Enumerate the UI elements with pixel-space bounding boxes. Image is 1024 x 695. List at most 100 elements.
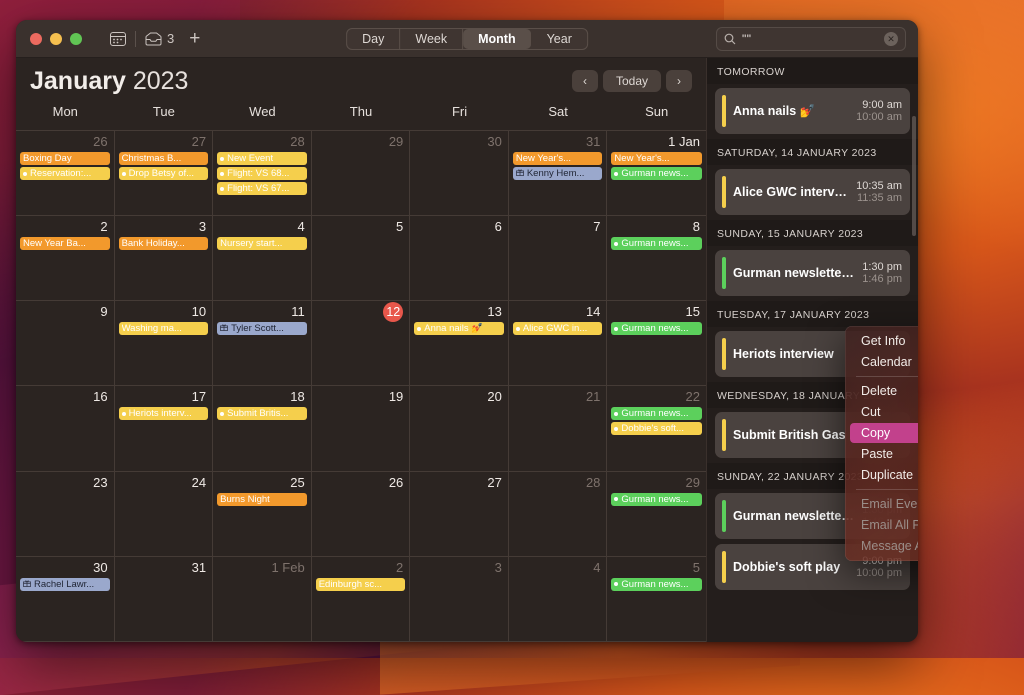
calendar-day-cell[interactable]: 23 <box>16 472 115 557</box>
calendar-day-cell[interactable]: 10Washing ma... <box>115 301 214 386</box>
minimize-button[interactable] <box>50 33 62 45</box>
calendar-event-chip[interactable]: Anna nails 💅 <box>414 322 504 335</box>
calendar-day-cell[interactable]: 9 <box>16 301 115 386</box>
calendar-day-cell[interactable]: 21 <box>509 386 608 471</box>
calendar-day-cell[interactable]: 28 <box>509 472 608 557</box>
view-tab-year[interactable]: Year <box>532 29 587 49</box>
calendar-day-cell[interactable]: 31 <box>115 557 214 642</box>
close-button[interactable] <box>30 33 42 45</box>
calendar-event-chip[interactable]: Edinburgh sc... <box>316 578 406 591</box>
calendar-event-chip[interactable]: Gurman news... <box>611 167 702 180</box>
calendar-day-cell[interactable]: 18Submit Britis... <box>213 386 312 471</box>
calendar-day-cell[interactable]: 14Alice GWC in... <box>509 301 608 386</box>
calendar-sidebar-icon[interactable] <box>110 32 126 46</box>
calendar-day-cell[interactable]: 2Edinburgh sc... <box>312 557 411 642</box>
calendar-day-cell[interactable]: 29 <box>312 131 411 216</box>
calendar-day-cell[interactable]: 4Nursery start... <box>213 216 312 301</box>
calendar-event-chip[interactable]: New Year's... <box>513 152 603 165</box>
menu-item-copy[interactable]: Copy <box>850 423 918 443</box>
add-event-button[interactable]: + <box>189 29 200 48</box>
weekday-label-sun: Sun <box>607 104 706 130</box>
calendar-event-chip[interactable]: New Event <box>217 152 307 165</box>
calendar-event-chip[interactable]: Flight: VS 67... <box>217 182 307 195</box>
sidebar-event-item[interactable]: Anna nails 💅9:00 am10:00 am <box>715 88 910 134</box>
calendar-day-cell[interactable]: 30 <box>410 131 509 216</box>
calendar-day-cell[interactable]: 8Gurman news... <box>607 216 706 301</box>
calendar-day-cell[interactable]: 1 Feb <box>213 557 312 642</box>
calendar-event-chip[interactable]: New Year Ba... <box>20 237 110 250</box>
calendar-event-chip[interactable]: Flight: VS 68... <box>217 167 307 180</box>
search-input[interactable]: "" ✕ <box>716 27 906 51</box>
calendar-day-cell[interactable]: 5 <box>312 216 411 301</box>
calendar-day-cell[interactable]: 16 <box>16 386 115 471</box>
calendar-day-cell[interactable]: 7 <box>509 216 608 301</box>
calendar-event-chip[interactable]: Rachel Lawr... <box>20 578 110 591</box>
calendar-event-chip[interactable]: Heriots interv... <box>119 407 209 420</box>
view-tab-day[interactable]: Day <box>347 29 400 49</box>
prev-month-button[interactable]: ‹ <box>572 70 598 92</box>
calendar-event-chip[interactable]: Gurman news... <box>611 578 702 591</box>
calendar-event-chip[interactable]: Drop Betsy of... <box>119 167 209 180</box>
maximize-button[interactable] <box>70 33 82 45</box>
calendar-event-chip[interactable]: Nursery start... <box>217 237 307 250</box>
menu-item-get-info[interactable]: Get Info <box>850 331 918 351</box>
view-tab-week[interactable]: Week <box>400 29 463 49</box>
calendar-event-chip[interactable]: Tyler Scott... <box>217 322 307 335</box>
menu-item-delete[interactable]: Delete <box>850 381 918 401</box>
calendar-day-cell[interactable]: 3Bank Holiday... <box>115 216 214 301</box>
calendar-day-cell[interactable]: 29Gurman news... <box>607 472 706 557</box>
calendar-day-cell[interactable]: 11Tyler Scott... <box>213 301 312 386</box>
calendar-day-cell[interactable]: 6 <box>410 216 509 301</box>
calendar-day-cell[interactable]: 17Heriots interv... <box>115 386 214 471</box>
sidebar-scrollbar[interactable] <box>912 116 916 236</box>
sidebar-event-item[interactable]: Gurman newsletter a...1:30 pm1:46 pm <box>715 250 910 296</box>
calendar-day-cell[interactable]: 28New EventFlight: VS 68...Flight: VS 67… <box>213 131 312 216</box>
calendar-event-chip[interactable]: New Year's... <box>611 152 702 165</box>
calendar-day-cell[interactable]: 26Boxing DayReservation:... <box>16 131 115 216</box>
calendar-day-cell[interactable]: 27 <box>410 472 509 557</box>
calendar-day-cell[interactable]: 25Burns Night <box>213 472 312 557</box>
menu-item-duplicate[interactable]: Duplicate <box>850 465 918 485</box>
calendar-day-cell[interactable]: 27Christmas B...Drop Betsy of... <box>115 131 214 216</box>
calendar-day-cell[interactable]: 3 <box>410 557 509 642</box>
calendar-event-chip[interactable]: Boxing Day <box>20 152 110 165</box>
calendar-event-chip[interactable]: Kenny Hem... <box>513 167 603 180</box>
sidebar-event-item[interactable]: Alice GWC interview10:35 am11:35 am <box>715 169 910 215</box>
calendar-event-chip[interactable]: Alice GWC in... <box>513 322 603 335</box>
calendar-day-cell[interactable]: 4 <box>509 557 608 642</box>
calendar-day-cell[interactable]: 5Gurman news... <box>607 557 706 642</box>
view-tab-month[interactable]: Month <box>463 29 531 49</box>
calendar-day-cell[interactable]: 1 JanNew Year's...Gurman news... <box>607 131 706 216</box>
menu-item-paste[interactable]: Paste <box>850 444 918 464</box>
calendar-day-cell[interactable]: 2New Year Ba... <box>16 216 115 301</box>
today-button[interactable]: Today <box>603 70 661 92</box>
clear-icon[interactable]: ✕ <box>884 32 898 46</box>
calendar-day-cell[interactable]: 20 <box>410 386 509 471</box>
calendar-day-cell[interactable]: 30Rachel Lawr... <box>16 557 115 642</box>
calendar-event-chip[interactable]: Washing ma... <box>119 322 209 335</box>
context-menu[interactable]: Get InfoCalendar› DeleteCutCopyPasteDupli… <box>845 326 918 561</box>
calendar-day-cell[interactable]: 12 <box>312 301 411 386</box>
calendar-event-chip[interactable]: Reservation:... <box>20 167 110 180</box>
calendar-event-chip[interactable]: Gurman news... <box>611 493 702 506</box>
calendar-day-cell[interactable]: 19 <box>312 386 411 471</box>
view-segmented-control[interactable]: Day Week Month Year <box>346 28 588 50</box>
calendar-event-chip[interactable]: Gurman news... <box>611 237 702 250</box>
menu-item-calendar[interactable]: Calendar› <box>850 352 918 372</box>
next-month-button[interactable]: › <box>666 70 692 92</box>
calendar-event-chip[interactable]: Dobbie's soft... <box>611 422 702 435</box>
menu-item-cut[interactable]: Cut <box>850 402 918 422</box>
calendar-event-chip[interactable]: Burns Night <box>217 493 307 506</box>
calendar-day-cell[interactable]: 13Anna nails 💅 <box>410 301 509 386</box>
calendar-day-cell[interactable]: 26 <box>312 472 411 557</box>
calendar-day-cell[interactable]: 22Gurman news...Dobbie's soft... <box>607 386 706 471</box>
calendar-event-chip[interactable]: Gurman news... <box>611 322 702 335</box>
calendar-event-chip[interactable]: Christmas B... <box>119 152 209 165</box>
calendar-day-cell[interactable]: 15Gurman news... <box>607 301 706 386</box>
calendar-day-cell[interactable]: 24 <box>115 472 214 557</box>
inbox-button[interactable]: 3 <box>145 31 174 46</box>
calendar-event-chip[interactable]: Gurman news... <box>611 407 702 420</box>
calendar-event-chip[interactable]: Bank Holiday... <box>119 237 209 250</box>
calendar-event-chip[interactable]: Submit Britis... <box>217 407 307 420</box>
calendar-day-cell[interactable]: 31New Year's...Kenny Hem... <box>509 131 608 216</box>
